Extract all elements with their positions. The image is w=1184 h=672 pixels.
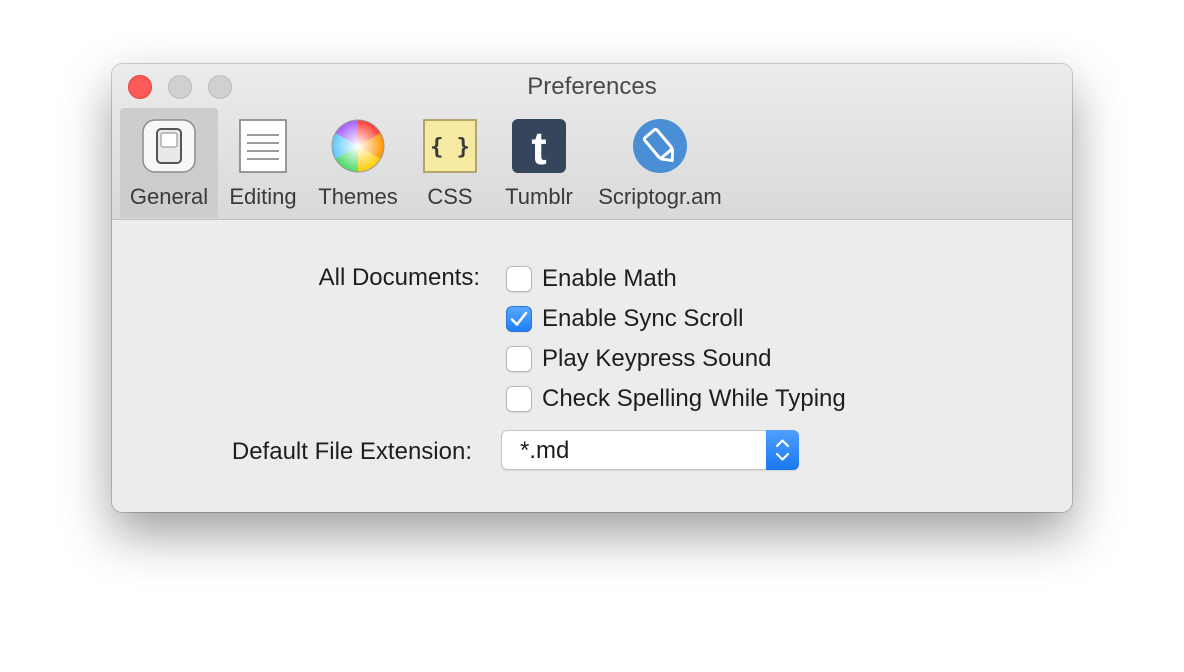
braces-icon: { } — [422, 118, 478, 174]
tab-tumblr[interactable]: t Tumblr — [494, 108, 584, 218]
file-extension-value: *.md — [520, 437, 570, 464]
tab-scriptogram[interactable]: Scriptogr.am — [590, 108, 730, 218]
tab-css[interactable]: { } CSS — [408, 108, 492, 218]
tab-general[interactable]: General — [120, 108, 218, 218]
up-down-chevron-icon — [775, 439, 790, 461]
tab-editing[interactable]: Editing — [220, 108, 306, 218]
tab-editing-label: Editing — [229, 184, 297, 209]
play-keypress-sound-checkbox[interactable] — [506, 346, 532, 372]
preferences-window: Preferences General Editing Themes {} C… — [112, 64, 1072, 512]
default-file-extension-label: Default File Extension: — [231, 438, 472, 465]
svg-text:t: t — [531, 122, 546, 174]
play-keypress-sound-label: Play Keypress Sound — [542, 345, 772, 372]
svg-text:{ }: { } — [430, 135, 470, 160]
tab-tumblr-label: Tumblr — [505, 184, 573, 209]
file-extension-select[interactable]: *.md — [501, 430, 799, 470]
enable-sync-scroll-label: Enable Sync Scroll — [542, 305, 744, 332]
tab-scriptogram-label: Scriptogr.am — [598, 184, 722, 209]
document-lines-icon — [235, 118, 291, 174]
general-switch-icon — [141, 118, 197, 174]
select-stepper-icon[interactable] — [766, 430, 799, 470]
checkmark-icon — [510, 311, 528, 326]
check-spelling-checkbox[interactable] — [506, 386, 532, 412]
tab-css-label: CSS — [427, 184, 473, 209]
tab-themes[interactable]: Themes — [312, 108, 404, 218]
title-bar: Preferences General Editing Themes {} C… — [112, 64, 1072, 220]
tab-themes-label: Themes — [318, 184, 398, 209]
tab-general-label: General — [129, 184, 209, 209]
enable-math-checkbox[interactable] — [506, 266, 532, 292]
enable-math-label: Enable Math — [542, 265, 677, 292]
scriptogram-icon — [632, 118, 688, 174]
color-wheel-icon — [330, 118, 386, 174]
enable-sync-scroll-checkbox[interactable] — [506, 306, 532, 332]
all-documents-label: All Documents: — [318, 264, 480, 291]
tumblr-icon: t — [511, 118, 567, 174]
window-title: Preferences — [527, 73, 657, 100]
check-spelling-label: Check Spelling While Typing — [542, 385, 846, 412]
